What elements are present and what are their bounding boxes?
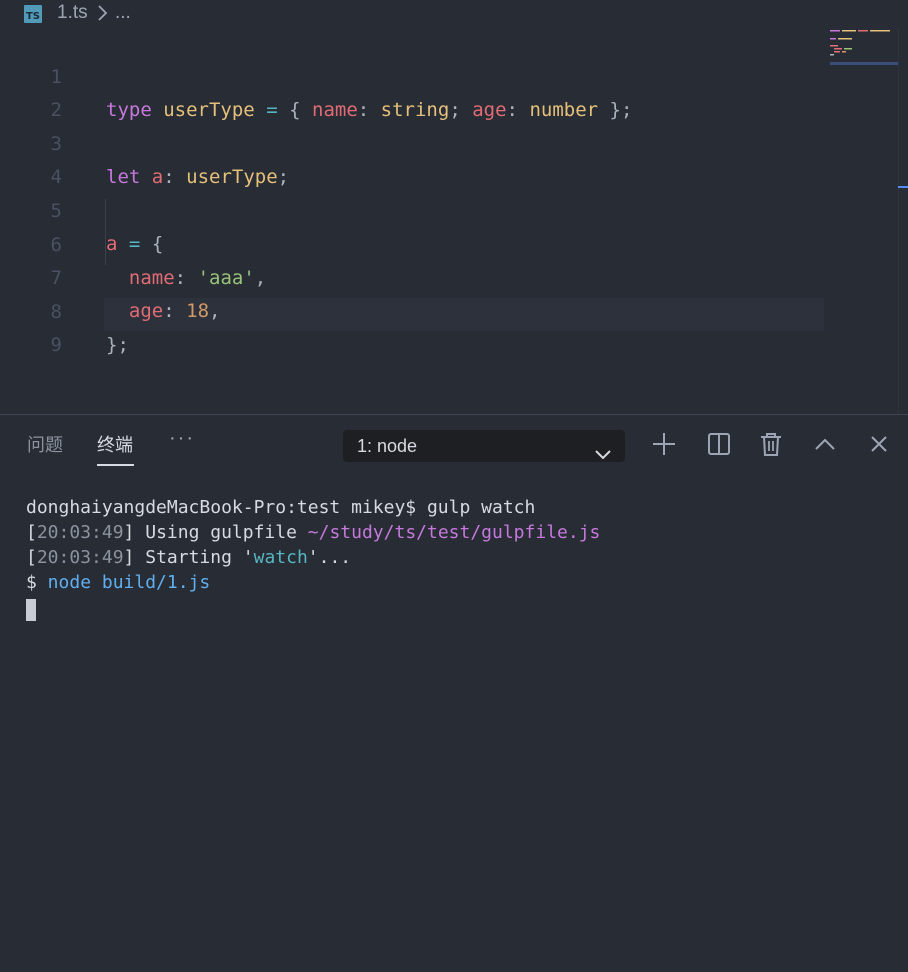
- breadcrumb-more[interactable]: ...: [115, 2, 131, 24]
- terminal-cursor: [26, 599, 36, 621]
- token: }: [106, 334, 118, 356]
- active-tab-indicator: [97, 464, 134, 466]
- tab-problems[interactable]: 问题: [27, 431, 63, 457]
- terminal-select[interactable]: 1: node: [343, 430, 625, 462]
- breadcrumb: TS 1.ts ...: [0, 0, 908, 26]
- line-number: 9: [50, 334, 62, 356]
- plus-icon[interactable]: [652, 432, 676, 456]
- bracket: ]: [123, 547, 135, 568]
- gulpfile-path: ~/study/ts/test/gulpfile.js: [307, 522, 601, 543]
- timestamp: 20:03:49: [36, 547, 124, 568]
- split-icon[interactable]: [707, 432, 731, 456]
- bracket: ]: [123, 522, 135, 543]
- scrollbar-marker: [898, 186, 908, 188]
- terminal-line: [20:03:49] Starting 'watch'...: [26, 545, 886, 570]
- token: ;: [117, 334, 129, 356]
- chevron-down-icon: [595, 439, 611, 471]
- chevron-up-icon[interactable]: [813, 432, 837, 456]
- code-line[interactable]: 4: [0, 128, 908, 188]
- code-line[interactable]: 7 age: 18,: [0, 229, 908, 322]
- terminal-output[interactable]: donghaiyangdeMacBook-Pro:test mikey$ gul…: [26, 495, 886, 621]
- code-line[interactable]: 3 let a: userType;: [0, 95, 908, 188]
- terminal-line: donghaiyangdeMacBook-Pro:test mikey$ gul…: [26, 497, 536, 518]
- task-name: watch: [253, 547, 308, 568]
- timestamp: 20:03:49: [36, 522, 124, 543]
- code-editor[interactable]: 1 type userType = { name: string; age: n…: [0, 28, 908, 414]
- bracket: [: [26, 522, 37, 543]
- minimap-slider[interactable]: [830, 62, 898, 65]
- code-line[interactable]: 2: [0, 61, 908, 121]
- terminal-line: $ node build/1.js: [26, 570, 886, 595]
- terminal-select-value: 1: node: [357, 436, 418, 456]
- command: node build/1.js: [36, 572, 211, 593]
- more-actions-icon[interactable]: ···: [169, 427, 195, 450]
- prompt: $: [26, 572, 37, 593]
- file-icon-text: TS: [25, 11, 41, 22]
- trash-icon[interactable]: [759, 432, 783, 456]
- chevron-right-icon: [96, 4, 110, 27]
- bracket: [: [26, 547, 37, 568]
- terminal-panel: 问题 终端 ··· 1: node donghaiyangdeMacBook-P…: [0, 415, 908, 972]
- code-line[interactable]: 6 name: 'aaa',: [0, 196, 908, 289]
- code-line[interactable]: 5 a = {: [0, 162, 908, 255]
- close-icon[interactable]: [867, 432, 891, 456]
- typescript-file-icon: TS: [24, 5, 42, 23]
- terminal-line: [20:03:49] Using gulpfile ~/study/ts/tes…: [26, 520, 886, 545]
- breadcrumb-file[interactable]: 1.ts: [57, 2, 88, 24]
- code-line[interactable]: 8 };: [0, 263, 908, 356]
- terminal-text: '...: [307, 547, 352, 568]
- code-line[interactable]: 1 type userType = { name: string; age: n…: [0, 28, 908, 121]
- terminal-line: [26, 595, 886, 621]
- editor-scrollbar[interactable]: [898, 28, 899, 414]
- code-line[interactable]: 9: [0, 296, 908, 356]
- tab-terminal[interactable]: 终端: [97, 431, 133, 457]
- terminal-text: Starting ': [134, 547, 254, 568]
- terminal-text: Using gulpfile: [134, 522, 308, 543]
- code-text: };: [106, 329, 129, 362]
